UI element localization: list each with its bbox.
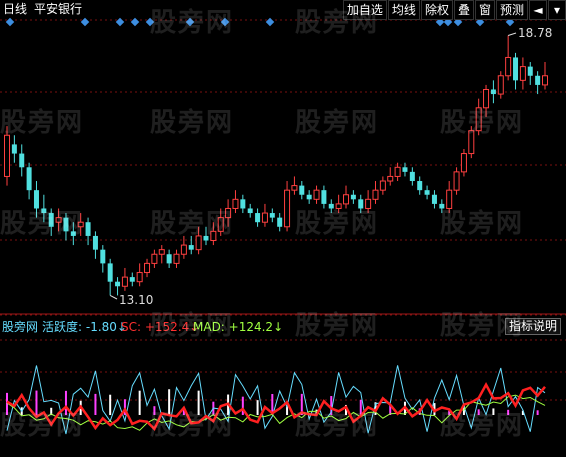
window-button[interactable]: 窗 [474,0,495,20]
candle-body [136,272,143,283]
watermark: 股旁网 [150,8,235,38]
candle-body [453,171,460,191]
candle-body [19,153,25,168]
watermark: 股旁网 [0,411,85,441]
candle-body [166,254,172,264]
candle-body [115,281,121,287]
candle-body [497,75,504,95]
candle-body [261,212,268,223]
candle-body [313,189,320,200]
candle-body [431,194,437,204]
ex-rights-button[interactable]: 除权 [420,0,453,20]
candle-body [372,189,379,200]
watermark: 股旁网 [0,108,85,138]
candle-body [85,222,91,236]
candle-body [527,66,533,76]
candle-body [121,276,128,287]
watermark: 股旁网 [150,411,235,441]
active-label: 活跃度: -1.80↓ [42,320,127,334]
candle-body [321,190,327,204]
candle-body [394,166,401,177]
watermark: 股旁网 [440,108,525,138]
candle-body [26,167,32,191]
high-marker-line [507,32,517,36]
candle-body [180,244,187,255]
watermark: 股旁网 [295,209,380,239]
low-price-label: 13.10 [119,293,154,307]
candle-body [490,89,496,95]
candle-body [100,249,106,264]
event-marker [130,17,140,27]
candle-body [306,194,312,200]
candle-body [424,190,430,195]
watermark: 股旁网 [440,209,525,239]
candle-body [92,235,98,250]
high-price-label: 18.78 [518,26,553,40]
candle-body [173,253,180,264]
candle-body [158,249,165,255]
watermark: 股旁网 [440,411,525,441]
candle-body [107,263,113,282]
chevron-down-icon[interactable]: ▾ [548,0,566,20]
watermark: 股旁网 [0,209,85,239]
candle-body [387,175,394,182]
forecast-button[interactable]: 预测 [495,0,528,20]
moving-average-button[interactable]: 均线 [387,0,420,20]
arrow-left-icon[interactable]: ◄ [529,0,547,20]
candle-body [505,56,512,77]
stock-chart-window: 日线 平安银行 加自选 均线 除权 叠 窗 预测 ◄ ▾ 18.78 13.10… [0,0,566,457]
candle-body [535,75,541,85]
period-label: 日线 [3,2,28,16]
candle-body [460,153,467,173]
watermark: 股旁网 [440,311,525,341]
candle-body [277,217,283,227]
candle-body [144,262,151,274]
candle-body [129,277,135,282]
event-marker [265,17,275,27]
event-marker [80,17,90,27]
candle-body [379,180,386,191]
overlay-button[interactable]: 叠 [453,0,474,20]
indicator-name: 股旁网 [2,320,39,334]
candle-body [188,245,194,250]
watermark: 股旁网 [150,209,235,239]
watermark: 股旁网 [295,108,380,138]
candle-body [291,185,298,191]
candle-body [513,57,519,81]
event-marker [115,17,125,27]
watermark: 股旁网 [295,411,380,441]
stock-name: 平安银行 [34,2,83,16]
candle-body [269,213,275,218]
candle-body [4,134,10,177]
watermark: 股旁网 [150,108,235,138]
event-marker [5,17,15,27]
candle-body [417,181,423,191]
candle-body [11,144,17,154]
low-marker-line [109,294,118,300]
candle-body [240,199,246,209]
candle-body [350,194,356,200]
candle-body [409,171,415,182]
candle-body [299,185,305,195]
candle-body [284,189,291,228]
watermark: 股旁网 [295,311,380,341]
candle-body [542,75,548,86]
watermark: 股旁网 [150,311,235,341]
candle-body [402,167,408,172]
candle-body [247,208,253,214]
candle-body [255,213,261,223]
candle-body [519,66,526,81]
candle-body [151,253,158,264]
watermark: 股旁网 [295,8,380,38]
